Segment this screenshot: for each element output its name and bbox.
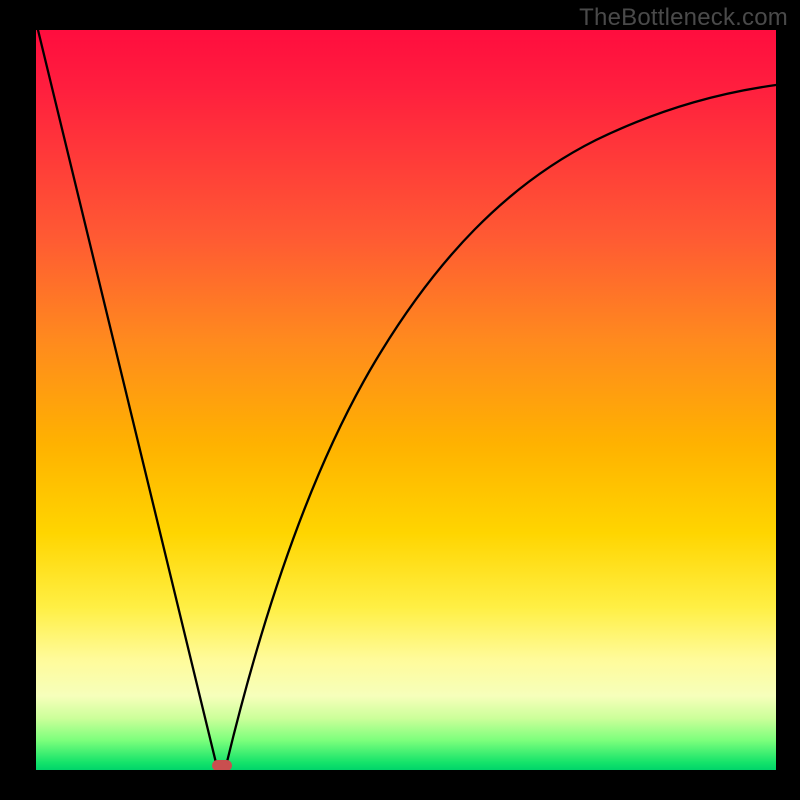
plot-area [36,30,776,770]
watermark-text: TheBottleneck.com [579,4,788,32]
bottleneck-curve [38,30,776,769]
chart-frame: TheBottleneck.com [0,0,800,800]
minimum-marker [212,760,232,770]
curve-layer [36,30,776,770]
